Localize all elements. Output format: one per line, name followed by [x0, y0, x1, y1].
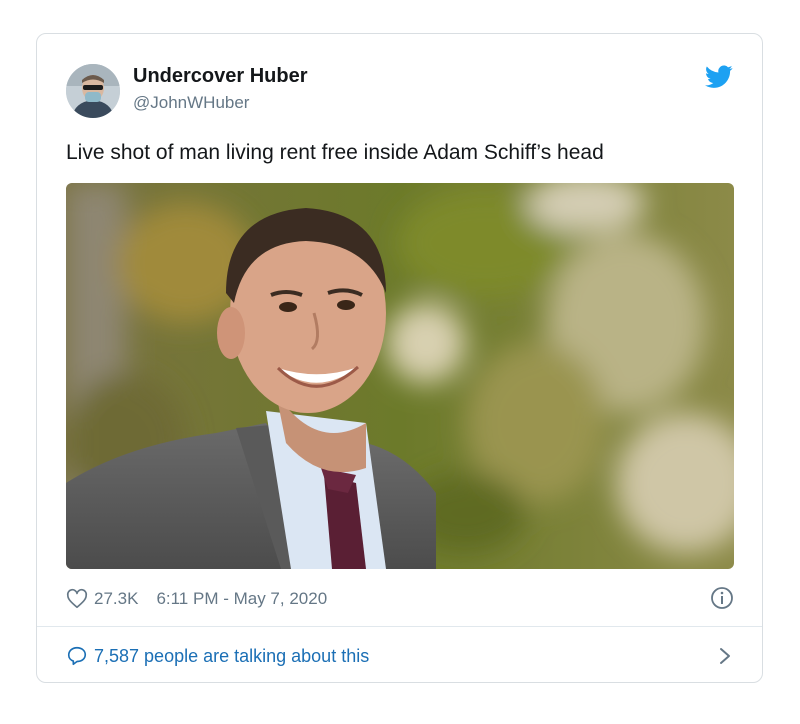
tweet-meta: 27.3K 6:11 PM - May 7, 2020: [66, 586, 734, 612]
chevron-right-icon[interactable]: [718, 646, 732, 666]
divider: [37, 626, 762, 627]
tweet-card: Undercover Huber @JohnWHuber Live shot o…: [36, 33, 763, 683]
twitter-bird-icon[interactable]: [705, 65, 733, 89]
author-name[interactable]: Undercover Huber: [133, 65, 308, 88]
like-count[interactable]: 27.3K: [94, 589, 138, 609]
speech-bubble-icon: [67, 646, 87, 666]
author-handle[interactable]: @JohnWHuber: [133, 93, 249, 113]
avatar[interactable]: [66, 64, 120, 118]
timestamp[interactable]: 6:11 PM - May 7, 2020: [156, 589, 327, 609]
tweet-photo[interactable]: [66, 183, 734, 569]
conversation-link[interactable]: 7,587 people are talking about this: [66, 643, 734, 669]
conversation-text: 7,587 people are talking about this: [94, 645, 370, 666]
heart-icon[interactable]: [66, 588, 88, 610]
tweet-text: Live shot of man living rent free inside…: [66, 141, 604, 164]
info-icon[interactable]: [710, 586, 734, 610]
